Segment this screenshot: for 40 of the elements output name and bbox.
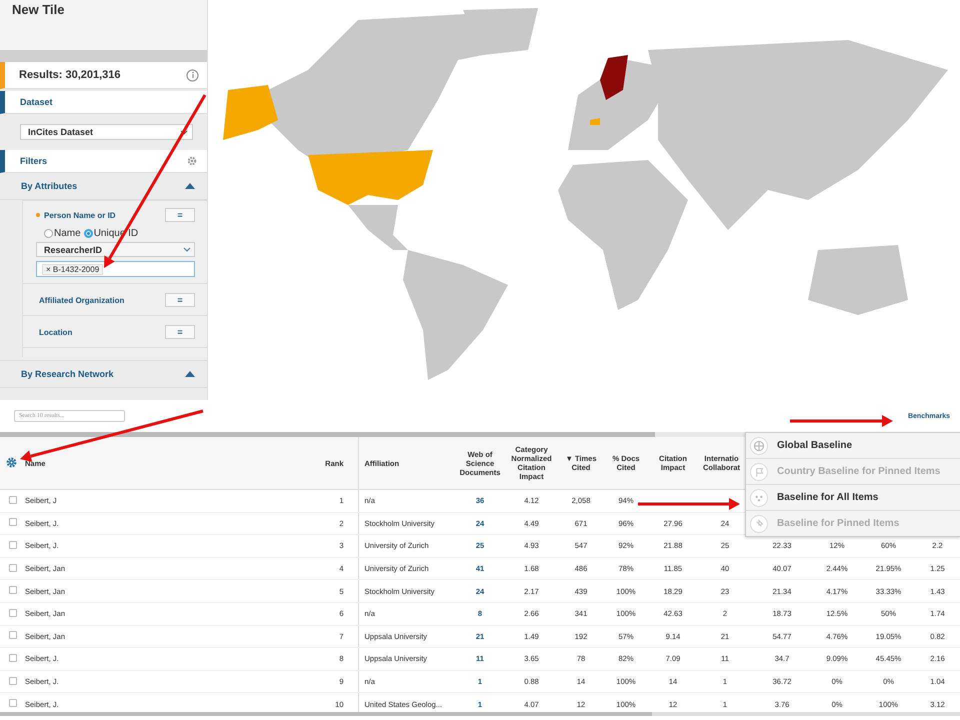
filter-label[interactable]: Affiliated Organization	[39, 296, 124, 304]
row-checkbox[interactable]	[9, 496, 17, 504]
id-token[interactable]: × B-1432-2009	[42, 264, 104, 274]
row-checkbox[interactable]	[9, 586, 17, 594]
globe-icon	[750, 436, 768, 454]
dots-icon	[750, 488, 768, 506]
section-heading[interactable]: By Research Network	[21, 369, 114, 379]
row-checkbox[interactable]	[9, 699, 17, 708]
info-icon[interactable]	[186, 68, 199, 82]
dataset-dropdown[interactable]: InCites Dataset	[20, 124, 193, 140]
filter-label[interactable]: Person Name or ID	[36, 210, 116, 220]
row-checkbox[interactable]	[9, 540, 17, 549]
settings-icon[interactable]	[187, 156, 197, 166]
filters-heading: Filters	[20, 156, 48, 166]
dataset-heading: Dataset	[20, 97, 53, 107]
settings-icon[interactable]	[6, 456, 16, 468]
collapse-caret-icon[interactable]	[185, 183, 195, 189]
menu-item[interactable]: Baseline for All Items	[746, 485, 960, 511]
pin-icon	[750, 514, 768, 532]
section-heading[interactable]: By Attributes	[21, 181, 78, 191]
filter-label[interactable]: Location	[39, 328, 72, 336]
menu-item[interactable]: Global Baseline	[746, 433, 960, 459]
row-checkbox[interactable]	[9, 518, 17, 526]
row-checkbox[interactable]	[9, 631, 17, 640]
chevron-icon	[183, 247, 191, 252]
row-checkbox[interactable]	[9, 608, 17, 617]
row-checkbox[interactable]	[9, 654, 17, 662]
operator-button[interactable]: =	[165, 208, 195, 222]
radio-option[interactable]: Name	[44, 228, 81, 239]
operator-button[interactable]: =	[165, 325, 195, 339]
flag-icon	[750, 462, 768, 480]
id-type-dropdown[interactable]: ResearcherID	[36, 242, 195, 257]
operator-button[interactable]: =	[165, 293, 195, 307]
chevron-icon	[180, 130, 188, 134]
results-count: Results: 30,201,316	[19, 69, 121, 81]
collapse-caret-icon[interactable]	[185, 371, 195, 377]
tile-title: New Tile	[0, 0, 207, 50]
row-checkbox[interactable]	[9, 564, 17, 572]
id-input-field[interactable]: × B-1432-2009	[36, 261, 195, 277]
row-checkbox[interactable]	[9, 676, 17, 685]
